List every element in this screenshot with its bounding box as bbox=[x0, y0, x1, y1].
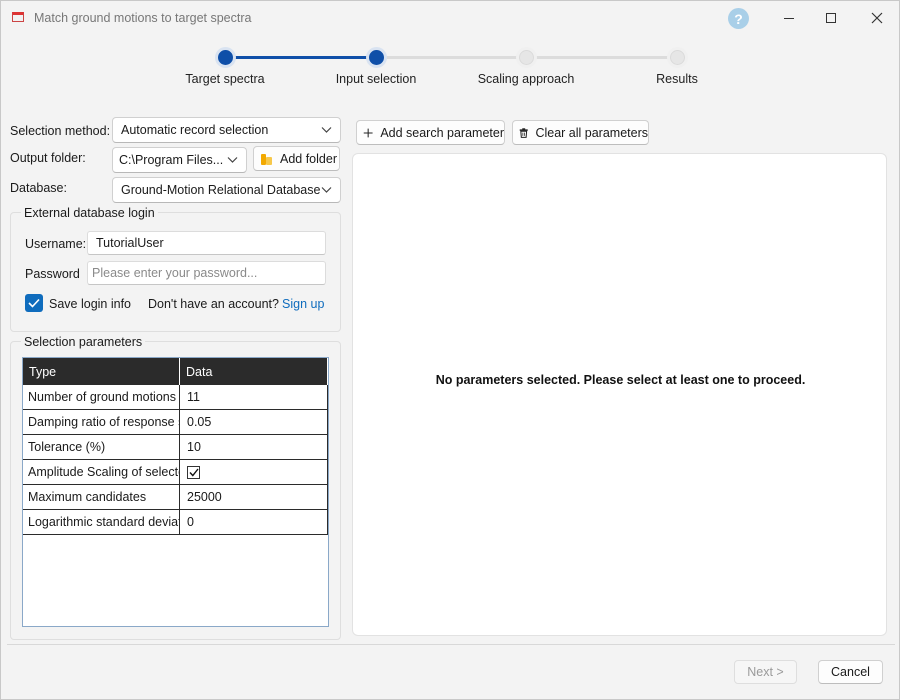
sign-up-link[interactable]: Sign up bbox=[282, 297, 324, 311]
close-button[interactable] bbox=[865, 7, 889, 29]
trash-icon bbox=[519, 127, 528, 138]
selection-method-combo[interactable]: Automatic record selection bbox=[112, 117, 341, 143]
search-parameters-panel: No parameters selected. Please select at… bbox=[352, 153, 887, 636]
param-type-cell: Logarithmic standard deviati bbox=[23, 510, 180, 535]
step-dot-target-spectra[interactable] bbox=[215, 47, 236, 68]
output-folder-combo[interactable]: C:\Program Files... bbox=[112, 147, 247, 173]
database-combo[interactable]: Ground-Motion Relational Database bbox=[112, 177, 341, 203]
table-row[interactable]: Number of ground motions 11 bbox=[23, 385, 328, 410]
param-type-cell: Amplitude Scaling of selecte bbox=[23, 460, 180, 485]
minimize-icon bbox=[784, 17, 794, 19]
app-icon bbox=[12, 12, 24, 22]
username-input[interactable]: TutorialUser bbox=[87, 231, 326, 255]
cancel-button[interactable]: Cancel bbox=[818, 660, 883, 684]
no-account-text: Don't have an account? bbox=[148, 297, 279, 311]
selection-parameters-title: Selection parameters bbox=[21, 335, 146, 349]
database-label: Database: bbox=[10, 181, 67, 195]
close-icon bbox=[871, 12, 883, 24]
empty-state-message: No parameters selected. Please select at… bbox=[435, 373, 806, 387]
username-value: TutorialUser bbox=[96, 236, 164, 250]
password-label: Password bbox=[25, 267, 80, 281]
selection-method-label: Selection method: bbox=[10, 124, 111, 138]
clear-all-parameters-label: Clear all parameters bbox=[535, 125, 648, 140]
next-button[interactable]: Next > bbox=[734, 660, 797, 684]
table-row[interactable]: Maximum candidates 25000 bbox=[23, 485, 328, 510]
step-label-input-selection: Input selection bbox=[335, 72, 417, 86]
param-data-cell[interactable]: 10 bbox=[180, 435, 328, 460]
chevron-down-icon bbox=[227, 157, 238, 163]
column-header-type[interactable]: Type bbox=[23, 358, 180, 385]
param-type-cell: Maximum candidates bbox=[23, 485, 180, 510]
param-type-cell: Tolerance (%) bbox=[23, 435, 180, 460]
username-label: Username: bbox=[25, 237, 87, 251]
checkmark-icon bbox=[188, 468, 199, 477]
parameters-table: Type Data Number of ground motions 11 Da… bbox=[22, 357, 329, 627]
param-data-cell[interactable]: 11 bbox=[180, 385, 328, 410]
password-placeholder: Please enter your password... bbox=[92, 266, 258, 280]
param-data-cell[interactable]: 25000 bbox=[180, 485, 328, 510]
selection-method-value: Automatic record selection bbox=[121, 123, 269, 137]
param-data-cell[interactable] bbox=[180, 460, 328, 485]
step-dot-input-selection[interactable] bbox=[366, 47, 387, 68]
add-folder-button[interactable]: Add folder bbox=[253, 146, 340, 171]
external-login-title: External database login bbox=[21, 206, 158, 220]
dialog-window: Match ground motions to target spectra ?… bbox=[0, 0, 900, 700]
output-folder-label: Output folder: bbox=[10, 151, 86, 165]
database-value: Ground-Motion Relational Database bbox=[121, 183, 321, 197]
step-label-target-spectra: Target spectra bbox=[185, 72, 265, 86]
step-label-scaling-approach: Scaling approach bbox=[477, 72, 575, 86]
minimize-button[interactable] bbox=[777, 7, 801, 29]
amplitude-scaling-checkbox[interactable] bbox=[187, 465, 200, 479]
folder-icon bbox=[261, 153, 272, 165]
param-data-cell[interactable]: 0.05 bbox=[180, 410, 328, 435]
stepper-line-1 bbox=[225, 56, 376, 59]
window-title: Match ground motions to target spectra bbox=[34, 11, 252, 25]
save-login-label: Save login info bbox=[49, 297, 132, 311]
chevron-down-icon bbox=[321, 187, 332, 193]
title-bar: Match ground motions to target spectra ? bbox=[1, 1, 899, 35]
save-login-checkbox[interactable] bbox=[25, 294, 43, 312]
maximize-button[interactable] bbox=[819, 7, 843, 29]
table-row[interactable]: Amplitude Scaling of selecte bbox=[23, 460, 328, 485]
checkmark-icon bbox=[28, 298, 40, 308]
step-dot-results[interactable] bbox=[667, 47, 688, 68]
password-input[interactable]: Please enter your password... bbox=[87, 261, 326, 285]
wizard-stepper: Target spectra Input selection Scaling a… bbox=[1, 41, 900, 91]
add-search-parameter-label: Add search parameter bbox=[380, 125, 504, 140]
table-row[interactable]: Logarithmic standard deviati 0 bbox=[23, 510, 328, 535]
footer-divider bbox=[7, 644, 895, 645]
table-row[interactable]: Tolerance (%) 10 bbox=[23, 435, 328, 460]
param-type-cell: Damping ratio of response s bbox=[23, 410, 180, 435]
param-data-cell[interactable]: 0 bbox=[180, 510, 328, 535]
step-dot-scaling-approach[interactable] bbox=[516, 47, 537, 68]
add-search-parameter-button[interactable]: Add search parameter bbox=[356, 120, 505, 145]
param-type-cell: Number of ground motions bbox=[23, 385, 180, 410]
clear-all-parameters-button[interactable]: Clear all parameters bbox=[512, 120, 649, 145]
column-header-data[interactable]: Data bbox=[180, 358, 328, 385]
step-label-results: Results bbox=[656, 72, 698, 86]
help-icon[interactable]: ? bbox=[728, 8, 749, 29]
output-folder-value: C:\Program Files... bbox=[119, 153, 224, 167]
chevron-down-icon bbox=[321, 127, 332, 133]
plus-icon bbox=[363, 128, 373, 137]
maximize-icon bbox=[826, 13, 836, 23]
add-folder-label: Add folder bbox=[280, 151, 337, 166]
table-row[interactable]: Damping ratio of response s 0.05 bbox=[23, 410, 328, 435]
